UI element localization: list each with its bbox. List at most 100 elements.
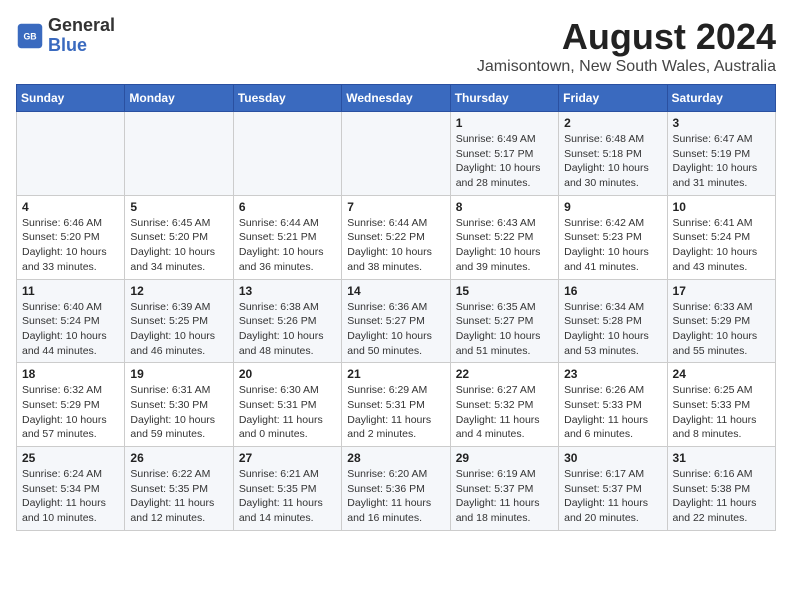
day-info: Sunrise: 6:22 AMSunset: 5:35 PMDaylight:…	[130, 467, 227, 526]
day-number: 14	[347, 284, 444, 298]
calendar-cell: 25 Sunrise: 6:24 AMSunset: 5:34 PMDayligh…	[17, 447, 125, 531]
weekday-header-monday: Monday	[125, 85, 233, 112]
day-info: Sunrise: 6:48 AMSunset: 5:18 PMDaylight:…	[564, 132, 661, 191]
calendar-cell: 6 Sunrise: 6:44 AMSunset: 5:21 PMDaylight…	[233, 195, 341, 279]
day-info: Sunrise: 6:32 AMSunset: 5:29 PMDaylight:…	[22, 383, 119, 442]
day-number: 12	[130, 284, 227, 298]
calendar-cell: 24 Sunrise: 6:25 AMSunset: 5:33 PMDayligh…	[667, 363, 775, 447]
day-info: Sunrise: 6:35 AMSunset: 5:27 PMDaylight:…	[456, 300, 553, 359]
calendar-cell: 19Sunrise: 6:31 AMSunset: 5:30 PMDayligh…	[125, 363, 233, 447]
svg-text:GB: GB	[23, 31, 36, 41]
calendar-body: 1 Sunrise: 6:49 AMSunset: 5:17 PMDaylight…	[17, 112, 776, 531]
calendar-cell: 9Sunrise: 6:42 AMSunset: 5:23 PMDaylight…	[559, 195, 667, 279]
day-number: 11	[22, 284, 119, 298]
calendar-cell: 2 Sunrise: 6:48 AMSunset: 5:18 PMDaylight…	[559, 112, 667, 196]
day-info: Sunrise: 6:36 AMSunset: 5:27 PMDaylight:…	[347, 300, 444, 359]
day-number: 20	[239, 367, 336, 381]
page-header: GB General Blue August 2024 Jamisontown,…	[16, 16, 776, 76]
day-info: Sunrise: 6:49 AMSunset: 5:17 PMDaylight:…	[456, 132, 553, 191]
calendar-cell: 21 Sunrise: 6:29 AMSunset: 5:31 PMDayligh…	[342, 363, 450, 447]
day-number: 7	[347, 200, 444, 214]
logo-icon: GB	[16, 22, 44, 50]
day-info: Sunrise: 6:34 AMSunset: 5:28 PMDaylight:…	[564, 300, 661, 359]
calendar-cell: 30 Sunrise: 6:17 AMSunset: 5:37 PMDayligh…	[559, 447, 667, 531]
page-title: August 2024	[477, 16, 776, 58]
day-number: 13	[239, 284, 336, 298]
weekday-header-saturday: Saturday	[667, 85, 775, 112]
calendar-cell: 3Sunrise: 6:47 AMSunset: 5:19 PMDaylight…	[667, 112, 775, 196]
weekday-header-tuesday: Tuesday	[233, 85, 341, 112]
day-info: Sunrise: 6:44 AMSunset: 5:21 PMDaylight:…	[239, 216, 336, 275]
day-number: 23	[564, 367, 661, 381]
day-number: 24	[673, 367, 770, 381]
calendar-cell: 5 Sunrise: 6:45 AMSunset: 5:20 PMDaylight…	[125, 195, 233, 279]
weekday-header-row: SundayMondayTuesdayWednesdayThursdayFrid…	[17, 85, 776, 112]
weekday-header-sunday: Sunday	[17, 85, 125, 112]
calendar-cell	[342, 112, 450, 196]
calendar-cell: 11 Sunrise: 6:40 AMSunset: 5:24 PMDayligh…	[17, 279, 125, 363]
day-number: 2	[564, 116, 661, 130]
day-number: 18	[22, 367, 119, 381]
day-info: Sunrise: 6:30 AMSunset: 5:31 PMDaylight:…	[239, 383, 336, 442]
calendar-cell: 31Sunrise: 6:16 AMSunset: 5:38 PMDayligh…	[667, 447, 775, 531]
day-number: 5	[130, 200, 227, 214]
day-info: Sunrise: 6:46 AMSunset: 5:20 PMDaylight:…	[22, 216, 119, 275]
calendar-cell: 18 Sunrise: 6:32 AMSunset: 5:29 PMDayligh…	[17, 363, 125, 447]
calendar-cell: 1 Sunrise: 6:49 AMSunset: 5:17 PMDaylight…	[450, 112, 558, 196]
day-info: Sunrise: 6:38 AMSunset: 5:26 PMDaylight:…	[239, 300, 336, 359]
calendar-cell	[233, 112, 341, 196]
day-number: 17	[673, 284, 770, 298]
calendar-cell: 20 Sunrise: 6:30 AMSunset: 5:31 PMDayligh…	[233, 363, 341, 447]
calendar-cell: 13 Sunrise: 6:38 AMSunset: 5:26 PMDayligh…	[233, 279, 341, 363]
logo-text: General Blue	[48, 16, 115, 56]
day-number: 4	[22, 200, 119, 214]
day-number: 15	[456, 284, 553, 298]
calendar-cell: 15 Sunrise: 6:35 AMSunset: 5:27 PMDayligh…	[450, 279, 558, 363]
calendar-week-row: 4 Sunrise: 6:46 AMSunset: 5:20 PMDaylight…	[17, 195, 776, 279]
day-number: 6	[239, 200, 336, 214]
page-subtitle: Jamisontown, New South Wales, Australia	[477, 58, 776, 76]
weekday-header-friday: Friday	[559, 85, 667, 112]
day-number: 8	[456, 200, 553, 214]
day-info: Sunrise: 6:39 AMSunset: 5:25 PMDaylight:…	[130, 300, 227, 359]
day-info: Sunrise: 6:40 AMSunset: 5:24 PMDaylight:…	[22, 300, 119, 359]
day-info: Sunrise: 6:17 AMSunset: 5:37 PMDaylight:…	[564, 467, 661, 526]
logo: GB General Blue	[16, 16, 115, 56]
calendar-header: SundayMondayTuesdayWednesdayThursdayFrid…	[17, 85, 776, 112]
day-info: Sunrise: 6:42 AMSunset: 5:23 PMDaylight:…	[564, 216, 661, 275]
day-number: 19	[130, 367, 227, 381]
calendar-cell: 16 Sunrise: 6:34 AMSunset: 5:28 PMDayligh…	[559, 279, 667, 363]
day-info: Sunrise: 6:29 AMSunset: 5:31 PMDaylight:…	[347, 383, 444, 442]
calendar-cell	[125, 112, 233, 196]
weekday-header-wednesday: Wednesday	[342, 85, 450, 112]
calendar-cell: 10Sunrise: 6:41 AMSunset: 5:24 PMDayligh…	[667, 195, 775, 279]
day-number: 29	[456, 451, 553, 465]
day-info: Sunrise: 6:25 AMSunset: 5:33 PMDaylight:…	[673, 383, 770, 442]
day-info: Sunrise: 6:43 AMSunset: 5:22 PMDaylight:…	[456, 216, 553, 275]
day-number: 16	[564, 284, 661, 298]
weekday-header-thursday: Thursday	[450, 85, 558, 112]
calendar-week-row: 11 Sunrise: 6:40 AMSunset: 5:24 PMDayligh…	[17, 279, 776, 363]
day-number: 30	[564, 451, 661, 465]
calendar-cell: 29Sunrise: 6:19 AMSunset: 5:37 PMDayligh…	[450, 447, 558, 531]
day-number: 1	[456, 116, 553, 130]
day-number: 27	[239, 451, 336, 465]
day-number: 22	[456, 367, 553, 381]
day-number: 28	[347, 451, 444, 465]
calendar-week-row: 25 Sunrise: 6:24 AMSunset: 5:34 PMDayligh…	[17, 447, 776, 531]
calendar-week-row: 18 Sunrise: 6:32 AMSunset: 5:29 PMDayligh…	[17, 363, 776, 447]
calendar-cell	[17, 112, 125, 196]
day-number: 10	[673, 200, 770, 214]
day-number: 25	[22, 451, 119, 465]
day-number: 26	[130, 451, 227, 465]
day-info: Sunrise: 6:27 AMSunset: 5:32 PMDaylight:…	[456, 383, 553, 442]
calendar-table: SundayMondayTuesdayWednesdayThursdayFrid…	[16, 84, 776, 531]
day-number: 21	[347, 367, 444, 381]
calendar-cell: 22 Sunrise: 6:27 AMSunset: 5:32 PMDayligh…	[450, 363, 558, 447]
day-number: 31	[673, 451, 770, 465]
day-info: Sunrise: 6:24 AMSunset: 5:34 PMDaylight:…	[22, 467, 119, 526]
calendar-cell: 12 Sunrise: 6:39 AMSunset: 5:25 PMDayligh…	[125, 279, 233, 363]
day-info: Sunrise: 6:45 AMSunset: 5:20 PMDaylight:…	[130, 216, 227, 275]
calendar-cell: 28Sunrise: 6:20 AMSunset: 5:36 PMDayligh…	[342, 447, 450, 531]
calendar-cell: 27Sunrise: 6:21 AMSunset: 5:35 PMDayligh…	[233, 447, 341, 531]
